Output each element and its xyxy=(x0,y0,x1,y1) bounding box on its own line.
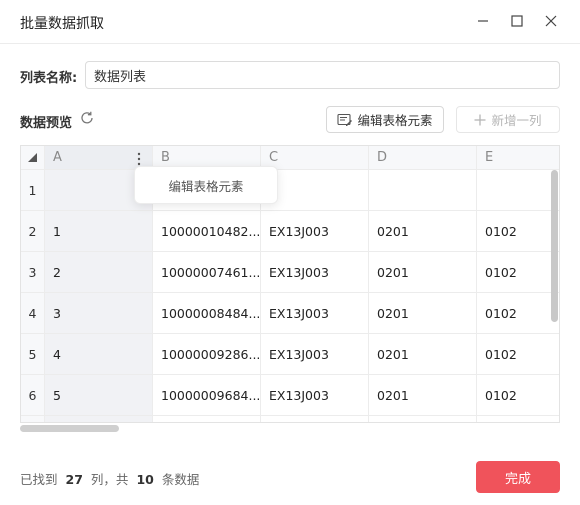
result-summary: 已找到 27 列，共 10 条数据 xyxy=(20,469,199,488)
minimize-button[interactable] xyxy=(473,11,493,31)
table-row: 5 4 10000009286... EX13J003 0201 0102 xyxy=(21,334,559,375)
column-header-e[interactable]: E xyxy=(477,146,559,170)
table-cell[interactable]: 10000009286... xyxy=(153,334,261,375)
row-index: 5 xyxy=(21,334,45,375)
rows-suffix: 条数据 xyxy=(161,472,200,487)
table-cell[interactable]: 10000007461... xyxy=(153,252,261,293)
maximize-icon xyxy=(511,15,523,27)
data-preview-table: A B C D E 1 2 1 10000010482... EX13J003 … xyxy=(20,145,560,423)
table-row: 1 xyxy=(21,170,559,211)
column-header-label: A xyxy=(53,150,62,165)
column-menu-icon[interactable] xyxy=(136,152,142,166)
list-name-input[interactable] xyxy=(85,61,560,89)
edit-table-icon xyxy=(337,113,353,126)
column-header-label: D xyxy=(377,150,388,165)
column-header-label: C xyxy=(269,150,279,165)
table-cell[interactable]: 0102 xyxy=(477,252,559,293)
table-row: 4 3 10000008484... EX13J003 0201 0102 xyxy=(21,293,559,334)
row-index: 1 xyxy=(21,170,45,211)
close-button[interactable] xyxy=(541,11,561,31)
add-column-label: 新增一列 xyxy=(491,113,542,128)
edit-table-elements-label: 编辑表格元素 xyxy=(357,113,433,128)
table-cell[interactable] xyxy=(477,170,559,211)
table-cell[interactable]: 0201 xyxy=(369,375,477,416)
columns-count: 27 xyxy=(65,472,83,487)
window-title: 批量数据抓取 xyxy=(20,16,104,32)
table-cell[interactable]: 3 xyxy=(45,293,153,334)
column-header-label: E xyxy=(485,150,494,165)
table-cell[interactable] xyxy=(261,416,369,422)
table-cell[interactable] xyxy=(45,416,153,422)
table-row xyxy=(21,416,559,422)
minimize-icon xyxy=(478,20,488,22)
table-cell[interactable]: EX13J003 xyxy=(261,334,369,375)
close-icon xyxy=(545,15,557,27)
table-cell[interactable]: 4 xyxy=(45,334,153,375)
data-preview-label: 数据预览 xyxy=(20,116,73,131)
table-header-row: A B C D E xyxy=(21,146,559,170)
table-cell[interactable]: 0102 xyxy=(477,211,559,252)
column-context-menu: 编辑表格元素 xyxy=(134,166,278,204)
table-cell[interactable] xyxy=(477,416,559,422)
vertical-scrollbar[interactable] xyxy=(551,170,558,322)
table-row: 6 5 10000009684... EX13J003 0201 0102 xyxy=(21,375,559,416)
maximize-button[interactable] xyxy=(507,11,527,31)
table-cell[interactable]: 10000010482... xyxy=(153,211,261,252)
row-index: 6 xyxy=(21,375,45,416)
row-index: 2 xyxy=(21,211,45,252)
table-cell[interactable]: 2 xyxy=(45,252,153,293)
found-prefix: 已找到 xyxy=(20,472,58,487)
table-cell[interactable]: 1 xyxy=(45,211,153,252)
table-cell[interactable]: 0201 xyxy=(369,334,477,375)
column-header-d[interactable]: D xyxy=(369,146,477,170)
table-cell[interactable]: EX13J003 xyxy=(261,293,369,334)
add-column-button[interactable]: 新增一列 xyxy=(456,106,560,133)
corner-triangle-icon xyxy=(28,153,37,162)
row-index xyxy=(21,416,45,422)
table-cell[interactable]: 10000009684... xyxy=(153,375,261,416)
done-button[interactable]: 完成 xyxy=(476,461,560,493)
rows-count: 10 xyxy=(136,472,154,487)
context-menu-item-edit-table[interactable]: 编辑表格元素 xyxy=(168,176,243,195)
refresh-icon[interactable] xyxy=(79,110,95,126)
plus-icon xyxy=(474,114,486,125)
row-index: 3 xyxy=(21,252,45,293)
table-row: 3 2 10000007461... EX13J003 0201 0102 xyxy=(21,252,559,293)
table-cell[interactable]: EX13J003 xyxy=(261,375,369,416)
table-cell[interactable]: 0102 xyxy=(477,375,559,416)
table-cell[interactable]: 5 xyxy=(45,375,153,416)
row-index: 4 xyxy=(21,293,45,334)
table-cell[interactable]: 0102 xyxy=(477,293,559,334)
table-cell[interactable]: 0201 xyxy=(369,211,477,252)
column-header-label: B xyxy=(161,150,170,165)
table-cell[interactable] xyxy=(153,416,261,422)
title-bar: 批量数据抓取 xyxy=(0,0,580,44)
edit-table-elements-button[interactable]: 编辑表格元素 xyxy=(326,106,444,133)
table-cell[interactable] xyxy=(369,416,477,422)
table-cell[interactable]: EX13J003 xyxy=(261,211,369,252)
table-cell[interactable]: 0201 xyxy=(369,293,477,334)
column-header-c[interactable]: C xyxy=(261,146,369,170)
select-all-corner[interactable] xyxy=(21,146,45,170)
list-name-label: 列表名称: xyxy=(20,71,78,86)
table-cell[interactable]: 0201 xyxy=(369,252,477,293)
columns-suffix: 列，共 xyxy=(90,472,129,487)
table-cell[interactable] xyxy=(369,170,477,211)
horizontal-scrollbar[interactable] xyxy=(20,425,119,432)
table-row: 2 1 10000010482... EX13J003 0201 0102 xyxy=(21,211,559,252)
table-cell[interactable]: 10000008484... xyxy=(153,293,261,334)
table-cell[interactable]: EX13J003 xyxy=(261,252,369,293)
table-cell[interactable]: 0102 xyxy=(477,334,559,375)
